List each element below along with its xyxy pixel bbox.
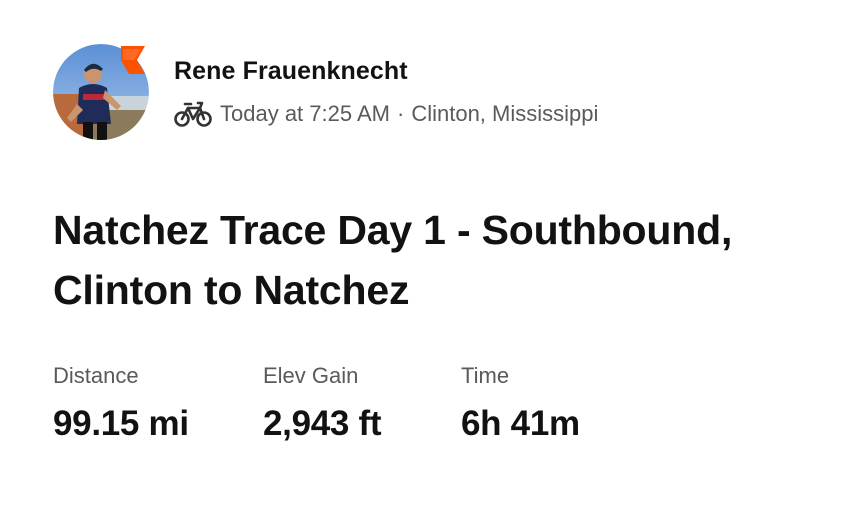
stat-distance: Distance 99.15 mi — [53, 362, 263, 446]
stat-value: 99.15 mi — [53, 404, 189, 443]
bike-icon — [174, 101, 212, 127]
meta-separator: · — [397, 101, 405, 126]
activity-header: Rene Frauenknecht Today at 7:25 AM · Cli… — [53, 44, 598, 140]
stat-label: Distance — [53, 363, 139, 388]
athlete-avatar-container[interactable] — [53, 44, 149, 140]
athlete-name[interactable]: Rene Frauenknecht — [174, 56, 598, 86]
activity-location: Clinton, Mississippi — [411, 101, 599, 126]
activity-title[interactable]: Natchez Trace Day 1 - Southbound, Clinto… — [53, 200, 833, 320]
activity-timestamp: Today at 7:25 AM — [220, 101, 390, 126]
stat-elev-gain: Elev Gain 2,943 ft — [263, 362, 461, 446]
athlete-meta: Rene Frauenknecht Today at 7:25 AM · Cli… — [174, 44, 598, 128]
stat-time: Time 6h 41m — [461, 362, 661, 446]
activity-stats: Distance 99.15 mi Elev Gain 2,943 ft Tim… — [53, 362, 661, 446]
subscriber-badge-icon — [121, 46, 145, 74]
stat-value: 6h 41m — [461, 404, 580, 443]
stat-label: Elev Gain — [263, 363, 359, 388]
stat-label: Time — [461, 363, 510, 388]
stat-value: 2,943 ft — [263, 404, 382, 443]
activity-subline: Today at 7:25 AM · Clinton, Mississippi — [174, 100, 598, 128]
